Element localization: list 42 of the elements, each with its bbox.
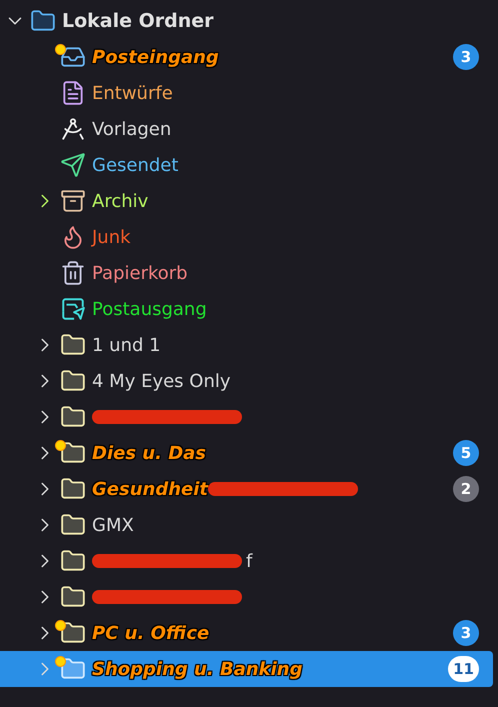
folder-name[interactable]: Posteingang	[92, 46, 219, 68]
unread-count: 5	[453, 440, 479, 466]
outbox-icon	[60, 296, 86, 322]
folder-row[interactable]: 4 My Eyes Only	[0, 363, 493, 399]
folder-row[interactable]: Gesendet	[0, 147, 493, 183]
folder-row[interactable]: Posteingang 3	[0, 39, 493, 75]
folder-name[interactable]: Gesundheit	[92, 478, 208, 500]
folder-name[interactable]: Junk	[92, 226, 131, 248]
folder-row[interactable]: GMX	[0, 507, 493, 543]
folder-name[interactable]: Dies u. Das	[92, 442, 206, 464]
folder-row[interactable]: Archiv	[0, 183, 493, 219]
folder-row[interactable]: Gesundheit 2	[0, 471, 493, 507]
send-icon	[60, 152, 86, 178]
folder-name[interactable]: Vorlagen	[92, 118, 172, 140]
folder-name[interactable]: Gesendet	[92, 154, 178, 176]
folder-name[interactable]: Archiv	[92, 190, 148, 212]
folder-row[interactable]: PC u. Office 3	[0, 615, 493, 651]
unread-count: 3	[453, 44, 479, 70]
trash-icon	[60, 260, 86, 286]
folder-name[interactable]: 4 My Eyes Only	[92, 370, 231, 392]
folder-name[interactable]: f	[246, 550, 252, 572]
folder-row[interactable]: Dies u. Das 5	[0, 435, 493, 471]
folder-row[interactable]: Entwürfe	[0, 75, 493, 111]
folder-name[interactable]: GMX	[92, 514, 134, 536]
folder-row[interactable]: Postausgang	[0, 291, 493, 327]
folder-name[interactable]: Entwürfe	[92, 82, 173, 104]
folder-row[interactable]: f	[0, 543, 493, 579]
archive-icon	[60, 188, 86, 214]
unread-count: 3	[453, 620, 479, 646]
folder-name[interactable]: PC u. Office	[92, 622, 210, 644]
folder-row[interactable]: 1 und 1	[0, 327, 493, 363]
folder-name[interactable]: Postausgang	[92, 298, 207, 320]
folder-name[interactable]: 1 und 1	[92, 334, 161, 356]
folder-row[interactable]: Papierkorb	[0, 255, 493, 291]
folder-name[interactable]: Lokale Ordner	[62, 10, 214, 32]
compass-icon	[60, 116, 86, 142]
folder-row[interactable]: Vorlagen	[0, 111, 493, 147]
folder-row[interactable]: Junk	[0, 219, 493, 255]
folder-name[interactable]: Papierkorb	[92, 262, 188, 284]
unread-count: 2	[453, 476, 479, 502]
unread-count: 11	[448, 656, 479, 682]
folder-row[interactable]: Lokale Ordner	[0, 3, 493, 39]
